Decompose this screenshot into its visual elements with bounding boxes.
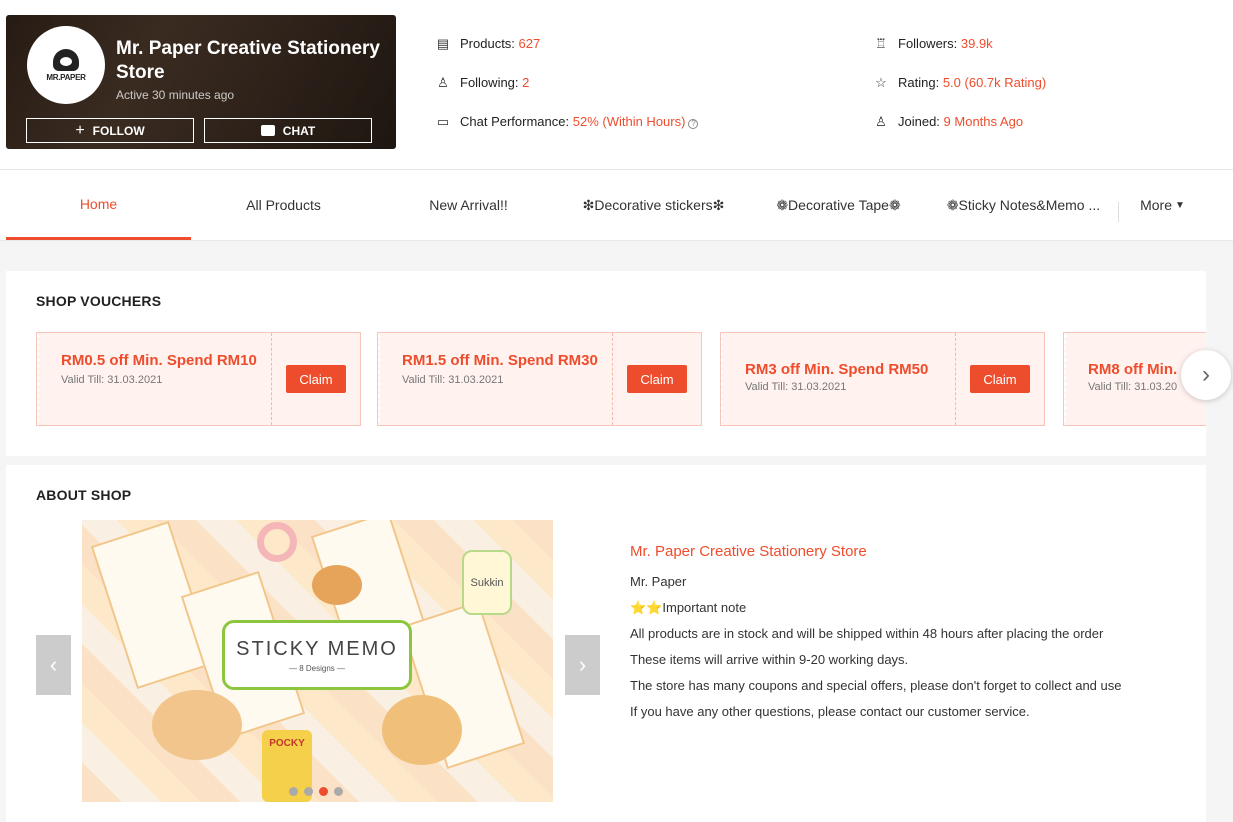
about-line: Mr. Paper bbox=[630, 574, 687, 589]
followers-label: Followers: bbox=[898, 36, 958, 51]
claim-button[interactable]: Claim bbox=[627, 365, 687, 393]
shop-tabs: Home All Products New Arrival!! ❇Decorat… bbox=[0, 170, 1233, 241]
juice-bottle-illustration: Sukkin bbox=[462, 550, 512, 615]
following-label: Following: bbox=[460, 75, 519, 90]
shop-header: MR.PAPER Mr. Paper Creative Stationery S… bbox=[0, 0, 1233, 170]
logo-text: MR.PAPER bbox=[46, 72, 86, 82]
carousel-dots bbox=[289, 787, 343, 796]
voucher-card: RM1.5 off Min. Spend RM30 Valid Till: 31… bbox=[377, 332, 702, 426]
chat-icon bbox=[260, 125, 275, 136]
joined-value: 9 Months Ago bbox=[943, 114, 1024, 129]
about-line: These items will arrive within 9-20 work… bbox=[630, 652, 909, 667]
chevron-left-icon: ‹ bbox=[49, 652, 58, 677]
about-line: ⭐⭐Important note bbox=[630, 600, 747, 615]
about-store-name: Mr. Paper Creative Stationery Store bbox=[630, 543, 867, 560]
penguin-logo-icon bbox=[53, 48, 79, 71]
chevron-right-icon: › bbox=[578, 652, 587, 677]
carousel-dot[interactable] bbox=[334, 787, 343, 796]
carousel-dot[interactable] bbox=[304, 787, 313, 796]
rating-label: Rating: bbox=[898, 75, 940, 90]
about-title: ABOUT SHOP bbox=[36, 487, 132, 503]
banner-label: STICKY MEMO — 8 Designs — bbox=[222, 620, 412, 690]
voucher-divider bbox=[955, 333, 956, 425]
carousel-dot-active[interactable] bbox=[319, 787, 328, 796]
star-icon: ☆ bbox=[875, 74, 887, 90]
chat-perf-value: 52% (Within Hours) bbox=[572, 114, 686, 129]
shop-card: MR.PAPER Mr. Paper Creative Stationery S… bbox=[6, 15, 396, 149]
vouchers-panel: SHOP VOUCHERS RM0.5 off Min. Spend RM10 … bbox=[6, 271, 1206, 456]
voucher-next-button[interactable]: › bbox=[1181, 350, 1231, 400]
washi-tape-illustration bbox=[257, 522, 297, 562]
chevron-right-icon: › bbox=[1202, 361, 1210, 388]
tab-new-arrival[interactable]: New Arrival!! bbox=[376, 170, 561, 240]
joined-user-icon: ♙ bbox=[875, 113, 887, 129]
tab-sticky-notes[interactable]: ❁Sticky Notes&Memo ... bbox=[931, 170, 1116, 240]
banner-title: STICKY MEMO bbox=[236, 637, 398, 660]
about-line: If you have any other questions, please … bbox=[630, 704, 1030, 719]
products-label: Products: bbox=[460, 36, 515, 51]
followers-value: 39.9k bbox=[960, 36, 993, 51]
stat-following: ♙ Following: 2 bbox=[436, 74, 530, 91]
shop-banner-image[interactable]: Sukkin POCKY STICKY MEMO — 8 Designs — bbox=[82, 520, 553, 802]
voucher-valid: Valid Till: 31.03.2021 bbox=[61, 374, 163, 386]
stat-rating: ☆ Rating: 5.0 (60.7k Rating) bbox=[874, 74, 1047, 91]
follow-label: FOLLOW bbox=[92, 123, 145, 138]
chat-bubble-icon: ▭ bbox=[436, 113, 450, 129]
followers-icon: ♖ bbox=[875, 35, 887, 51]
plus-icon: + bbox=[75, 121, 85, 139]
stat-joined: ♙ Joined: 9 Months Ago bbox=[874, 113, 1024, 130]
voucher-title: RM0.5 off Min. Spend RM10 bbox=[61, 352, 257, 369]
about-description: Mr. Paper Creative Stationery Store Mr. … bbox=[630, 539, 1150, 725]
user-icon: ♙ bbox=[437, 74, 449, 90]
following-value: 2 bbox=[522, 75, 530, 90]
voucher-divider bbox=[271, 333, 272, 425]
caret-down-icon: ▼ bbox=[1175, 199, 1185, 211]
about-line: The store has many coupons and special o… bbox=[630, 678, 1122, 693]
banner-subtitle: — 8 Designs — bbox=[288, 663, 346, 673]
tab-more[interactable]: More ▼ bbox=[1125, 170, 1200, 240]
tab-all-products[interactable]: All Products bbox=[191, 170, 376, 240]
voucher-valid: Valid Till: 31.03.2021 bbox=[402, 374, 504, 386]
more-label: More bbox=[1140, 197, 1172, 213]
joined-label: Joined: bbox=[898, 114, 940, 129]
carousel-dot[interactable] bbox=[289, 787, 298, 796]
chat-label: CHAT bbox=[282, 123, 316, 138]
chat-perf-label: Chat Performance: bbox=[460, 114, 570, 129]
store-icon: ▤ bbox=[436, 35, 450, 51]
products-value: 627 bbox=[518, 36, 541, 51]
shop-avatar[interactable]: MR.PAPER bbox=[27, 26, 105, 104]
banner-prev-button[interactable]: ‹ bbox=[36, 635, 71, 695]
voucher-carousel: RM0.5 off Min. Spend RM10 Valid Till: 31… bbox=[36, 271, 1206, 456]
chat-button[interactable]: CHAT bbox=[204, 118, 372, 143]
about-line: All products are in stock and will be sh… bbox=[630, 626, 1104, 641]
voucher-title: RM1.5 off Min. Spend RM30 bbox=[402, 352, 598, 369]
pancake-illustration bbox=[382, 695, 462, 765]
banner-next-button[interactable]: › bbox=[565, 635, 600, 695]
voucher-divider bbox=[612, 333, 613, 425]
voucher-card: RM0.5 off Min. Spend RM10 Valid Till: 31… bbox=[36, 332, 361, 426]
voucher-title: RM3 off Min. Spend RM50 bbox=[745, 361, 929, 378]
claim-button[interactable]: Claim bbox=[286, 365, 346, 393]
rating-value: 5.0 (60.7k Rating) bbox=[942, 75, 1047, 90]
follow-button[interactable]: + FOLLOW bbox=[26, 118, 194, 143]
tab-decorative-tape[interactable]: ❁Decorative Tape❁ bbox=[746, 170, 931, 240]
stat-chat-performance: ▭ Chat Performance: 52% (Within Hours)? bbox=[436, 113, 699, 129]
stat-followers: ♖ Followers: 39.9k bbox=[874, 35, 993, 52]
bear-illustration bbox=[312, 565, 362, 605]
tab-divider bbox=[1118, 202, 1119, 222]
voucher-valid: Valid Till: 31.03.2021 bbox=[745, 381, 847, 393]
bread-illustration bbox=[152, 690, 242, 760]
tab-home[interactable]: Home bbox=[6, 170, 191, 240]
stat-products: ▤ Products: 627 bbox=[436, 35, 541, 52]
claim-button[interactable]: Claim bbox=[970, 365, 1030, 393]
tab-decorative-stickers[interactable]: ❇Decorative stickers❇ bbox=[561, 170, 746, 240]
help-icon[interactable]: ? bbox=[688, 118, 699, 129]
shop-name: Mr. Paper Creative Stationery Store bbox=[116, 38, 380, 83]
voucher-card: RM3 off Min. Spend RM50 Valid Till: 31.0… bbox=[720, 332, 1045, 426]
about-panel: ABOUT SHOP Sukkin POCKY STICKY MEMO — 8 … bbox=[6, 465, 1206, 822]
active-status: Active 30 minutes ago bbox=[116, 88, 235, 102]
